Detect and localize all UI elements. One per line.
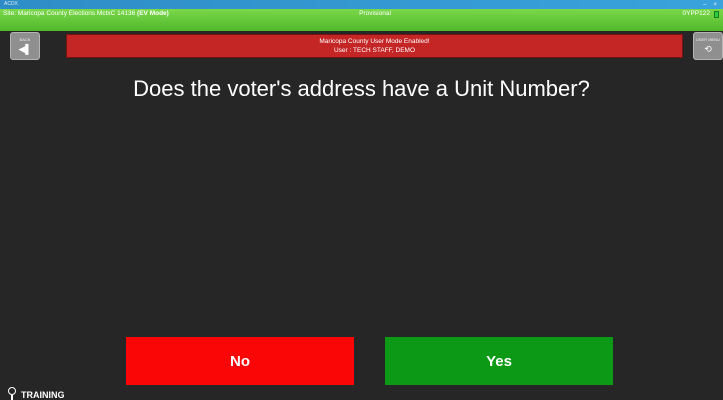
back-button[interactable]: BACK ◀▌ [10, 32, 40, 60]
current-user: User : TECH STAFF, DEMO [333, 47, 415, 54]
site-label: Site: Maricopa County Elections MctxC 14… [3, 9, 169, 19]
user-menu-button[interactable]: USER MENU ⟲ [693, 32, 723, 60]
site-mode: (EV Mode) [137, 10, 169, 17]
user-mode-message: Maricopa County User Mode Enabled! [319, 38, 430, 45]
training-label: TRAINING [21, 390, 65, 400]
status-bar: Site: Maricopa County Elections MctxC 14… [0, 9, 723, 31]
training-indicator: TRAINING [7, 387, 65, 400]
device-id: 0YPP122 [682, 10, 710, 17]
window-controls: – × [703, 0, 717, 9]
question-prompt: Does the voter's address have a Unit Num… [133, 76, 590, 101]
app-name: ACDX [4, 1, 18, 7]
minimize-icon[interactable]: – [703, 2, 706, 8]
site-name: Site: Maricopa County Elections MctxC 14… [3, 10, 138, 17]
close-icon[interactable]: × [713, 2, 717, 8]
user-menu-icon: ⟲ [704, 44, 712, 54]
back-arrow-icon: ◀▌ [18, 44, 32, 54]
yes-button[interactable]: Yes [385, 337, 613, 385]
ballot-type-label: Provisional [359, 10, 391, 17]
battery-icon [714, 11, 719, 18]
no-button[interactable]: No [126, 337, 354, 385]
pin-icon [7, 387, 17, 400]
window-titlebar: ACDX – × [0, 0, 723, 9]
user-mode-banner: Maricopa County User Mode Enabled! User … [66, 34, 683, 58]
